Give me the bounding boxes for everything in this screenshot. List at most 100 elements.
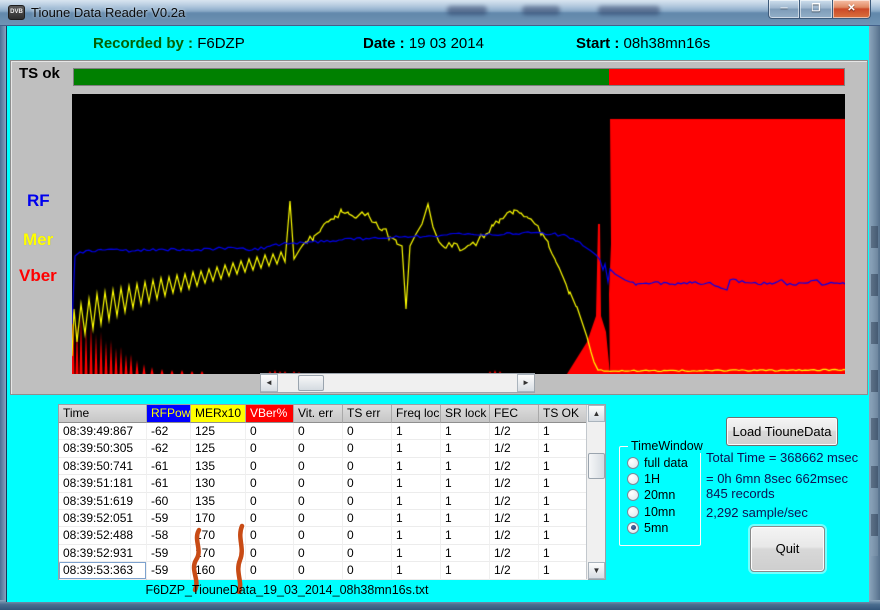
table-cell[interactable]: -61 xyxy=(147,475,191,492)
table-cell[interactable]: 1/2 xyxy=(490,423,539,440)
table-cell[interactable]: 1/2 xyxy=(490,440,539,457)
table-cell[interactable]: 0 xyxy=(294,458,343,475)
table-cell[interactable]: 135 xyxy=(191,493,246,510)
table-cell[interactable]: 0 xyxy=(294,475,343,492)
scroll-up-button[interactable]: ▲ xyxy=(588,405,605,422)
radio-button[interactable] xyxy=(627,473,639,485)
table-cell[interactable]: 0 xyxy=(294,440,343,457)
table-cell[interactable]: 125 xyxy=(191,440,246,457)
radio-button[interactable] xyxy=(627,457,639,469)
table-row[interactable]: 08:39:50:305-62125000111/21 xyxy=(59,440,605,457)
column-header-fec[interactable]: FEC xyxy=(490,405,539,423)
table-cell[interactable]: 1 xyxy=(441,423,490,440)
close-button[interactable]: ✕ xyxy=(832,0,871,19)
table-cell[interactable]: 1 xyxy=(441,510,490,527)
radio-button[interactable] xyxy=(627,489,639,501)
table-row[interactable]: 08:39:50:741-61135000111/21 xyxy=(59,458,605,475)
table-cell[interactable]: -62 xyxy=(147,423,191,440)
radio-option-1H[interactable]: 1H xyxy=(627,471,688,487)
table-cell[interactable]: 0 xyxy=(246,475,294,492)
column-header-ts-ok[interactable]: TS OK xyxy=(539,405,588,423)
table-row[interactable]: 08:39:51:181-61130000111/21 xyxy=(59,475,605,492)
column-header-sr-lock[interactable]: SR lock xyxy=(441,405,490,423)
table-cell[interactable]: 08:39:50:741 xyxy=(59,458,147,475)
table-cell[interactable]: 1 xyxy=(441,562,490,579)
table-cell[interactable]: 0 xyxy=(294,562,343,579)
table-cell[interactable]: 0 xyxy=(343,475,392,492)
table-cell[interactable]: 0 xyxy=(294,545,343,562)
table-cell[interactable]: 1/2 xyxy=(490,545,539,562)
table-cell[interactable]: 0 xyxy=(246,527,294,544)
scroll-down-button[interactable]: ▼ xyxy=(588,562,605,579)
table-cell[interactable]: 1 xyxy=(392,440,441,457)
table-cell[interactable]: 0 xyxy=(246,510,294,527)
table-cell[interactable]: 0 xyxy=(246,562,294,579)
table-row[interactable]: 08:39:52:051-59170000111/21 xyxy=(59,510,605,527)
table-cell[interactable]: 1 xyxy=(441,493,490,510)
column-header-vit-err[interactable]: Vit. err xyxy=(294,405,343,423)
column-header-vber-[interactable]: VBer% xyxy=(246,405,294,423)
table-row[interactable]: 08:39:49:867-62125000111/21 xyxy=(59,423,605,440)
table-cell[interactable]: 1 xyxy=(392,423,441,440)
table-cell[interactable]: 1 xyxy=(392,475,441,492)
radio-option-5mn[interactable]: 5mn xyxy=(627,520,688,536)
table-cell[interactable]: 0 xyxy=(343,510,392,527)
table-cell[interactable]: 1 xyxy=(441,475,490,492)
table-cell[interactable]: 0 xyxy=(246,440,294,457)
table-cell[interactable]: 1 xyxy=(392,510,441,527)
table-cell[interactable]: 1 xyxy=(539,545,588,562)
table-cell[interactable]: 08:39:52:488 xyxy=(59,527,147,544)
table-row[interactable]: 08:39:51:619-60135000111/21 xyxy=(59,493,605,510)
table-cell[interactable]: 170 xyxy=(191,545,246,562)
table-cell[interactable]: 1/2 xyxy=(490,458,539,475)
table-cell[interactable]: 135 xyxy=(191,458,246,475)
table-cell[interactable]: 0 xyxy=(246,545,294,562)
table-cell[interactable]: 0 xyxy=(343,527,392,544)
table-cell[interactable]: 0 xyxy=(294,423,343,440)
table-cell[interactable]: 0 xyxy=(294,527,343,544)
table-vertical-scrollbar[interactable]: ▲ ▼ xyxy=(586,405,605,579)
table-cell[interactable]: -60 xyxy=(147,493,191,510)
column-header-rfpower[interactable]: RFPower xyxy=(147,405,191,423)
column-header-time[interactable]: Time xyxy=(59,405,147,423)
scroll-thumb[interactable] xyxy=(298,375,324,391)
table-cell[interactable]: 0 xyxy=(343,458,392,475)
table-cell[interactable]: 08:39:53:363 xyxy=(59,562,147,579)
table-cell[interactable]: 0 xyxy=(246,423,294,440)
table-cell[interactable]: 0 xyxy=(246,493,294,510)
table-cell[interactable]: 08:39:50:305 xyxy=(59,440,147,457)
table-cell[interactable]: 08:39:49:867 xyxy=(59,423,147,440)
scroll-left-button[interactable]: ◄ xyxy=(261,374,278,392)
table-cell[interactable]: 1 xyxy=(539,423,588,440)
table-cell[interactable]: 08:39:51:181 xyxy=(59,475,147,492)
table-cell[interactable]: 1 xyxy=(539,475,588,492)
table-cell[interactable]: 1 xyxy=(539,440,588,457)
table-cell[interactable]: 0 xyxy=(294,493,343,510)
table-cell[interactable]: 0 xyxy=(343,440,392,457)
table-cell[interactable]: 160 xyxy=(191,562,246,579)
table-cell[interactable]: -59 xyxy=(147,545,191,562)
chart-horizontal-scrollbar[interactable]: ◄ ► xyxy=(260,373,535,393)
table-cell[interactable]: 1/2 xyxy=(490,562,539,579)
table-cell[interactable]: 0 xyxy=(343,545,392,562)
table-cell[interactable]: 0 xyxy=(343,493,392,510)
table-cell[interactable]: 1 xyxy=(392,545,441,562)
table-cell[interactable]: 1/2 xyxy=(490,493,539,510)
table-cell[interactable]: 1 xyxy=(539,527,588,544)
table-cell[interactable]: 1 xyxy=(392,493,441,510)
table-row[interactable]: 08:39:52:488-58170000111/21 xyxy=(59,527,605,544)
load-tiounedata-button[interactable]: Load TiouneData xyxy=(726,417,838,446)
table-cell[interactable]: 1 xyxy=(392,458,441,475)
radio-option-20mn[interactable]: 20mn xyxy=(627,487,688,503)
table-cell[interactable]: 130 xyxy=(191,475,246,492)
table-row[interactable]: 08:39:52:931-59170000111/21 xyxy=(59,545,605,562)
column-header-merx10[interactable]: MERx10 xyxy=(191,405,246,423)
table-cell[interactable]: -61 xyxy=(147,458,191,475)
table-row[interactable]: 08:39:53:363-59160000111/21 xyxy=(59,562,605,579)
radio-option-full-data[interactable]: full data xyxy=(627,455,688,471)
quit-button[interactable]: Quit xyxy=(750,526,825,572)
table-cell[interactable]: 1 xyxy=(441,545,490,562)
table-cell[interactable]: -62 xyxy=(147,440,191,457)
table-cell[interactable]: -59 xyxy=(147,510,191,527)
table-cell[interactable]: 0 xyxy=(343,562,392,579)
